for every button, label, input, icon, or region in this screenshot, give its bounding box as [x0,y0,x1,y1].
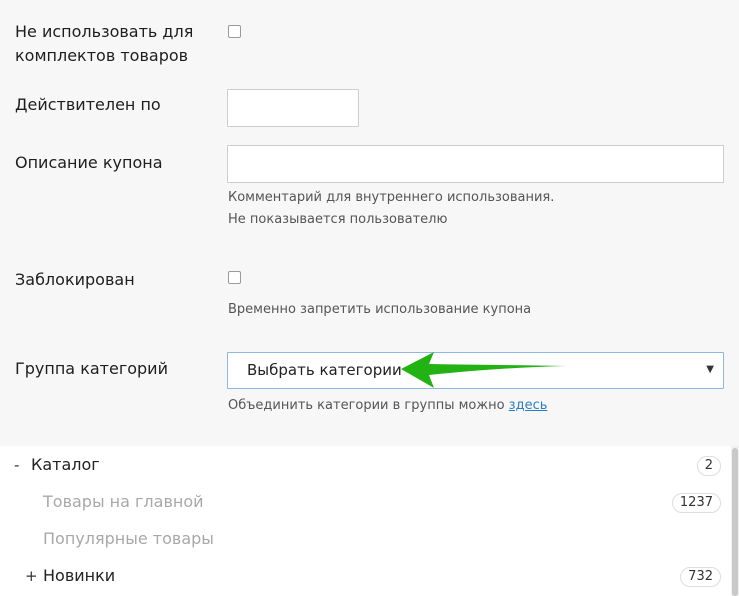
blocked-label: Заблокирован [15,270,135,289]
tree-item-label[interactable]: Популярные товары [43,529,214,548]
valid-until-input[interactable] [227,89,359,127]
valid-until-label: Действителен по [15,95,161,114]
tree-item-label[interactable]: Новинки [43,566,115,585]
count-badge: 732 [680,567,721,587]
tree-item-label[interactable]: Товары на главной [43,492,204,511]
no-bundles-checkbox[interactable] [228,25,241,38]
category-group-select-value: Выбрать категории [247,361,402,379]
blocked-checkbox[interactable] [228,271,241,284]
description-label: Описание купона [15,153,163,172]
category-group-hint: Объединить категории в группы можно здес… [228,395,547,417]
category-group-link[interactable]: здесь [509,398,548,413]
count-badge: 1237 [671,493,721,513]
blocked-hint: Временно запретить использование купона [228,302,532,317]
tree-row[interactable]: Популярные товары [0,521,731,558]
tree-scrollbar[interactable] [731,446,739,596]
no-bundles-label-line1: Не использовать для [15,22,194,41]
collapse-toggle[interactable]: - [14,456,19,474]
description-hint: Комментарий для внутреннего использовани… [228,187,554,231]
description-hint-line1: Комментарий для внутреннего использовани… [228,190,555,205]
category-group-label: Группа категорий [15,359,168,378]
tree-item-label[interactable]: Каталог [31,455,100,474]
no-bundles-label-line2: комплектов товаров [15,46,189,65]
annotation-arrow-icon [401,352,566,388]
tree-row[interactable]: - Каталог 2 [0,447,731,484]
count-badge: 2 [696,456,721,476]
tree-row[interactable]: Товары на главной 1237 [0,484,731,521]
category-group-hint-text: Объединить категории в группы можно [228,398,505,413]
tree-row[interactable]: + Новинки 732 [0,558,731,595]
category-tree: - Каталог 2 Товары на главной 1237 Попул… [0,446,731,596]
caret-down-icon: ▼ [706,364,714,375]
description-input[interactable] [227,145,724,183]
scrollbar-thumb[interactable] [732,448,738,596]
expand-toggle[interactable]: + [25,567,38,585]
no-bundles-label: Не использовать для комплектов товаров [15,20,193,68]
description-hint-line2: Не показывается пользователю [228,212,448,227]
